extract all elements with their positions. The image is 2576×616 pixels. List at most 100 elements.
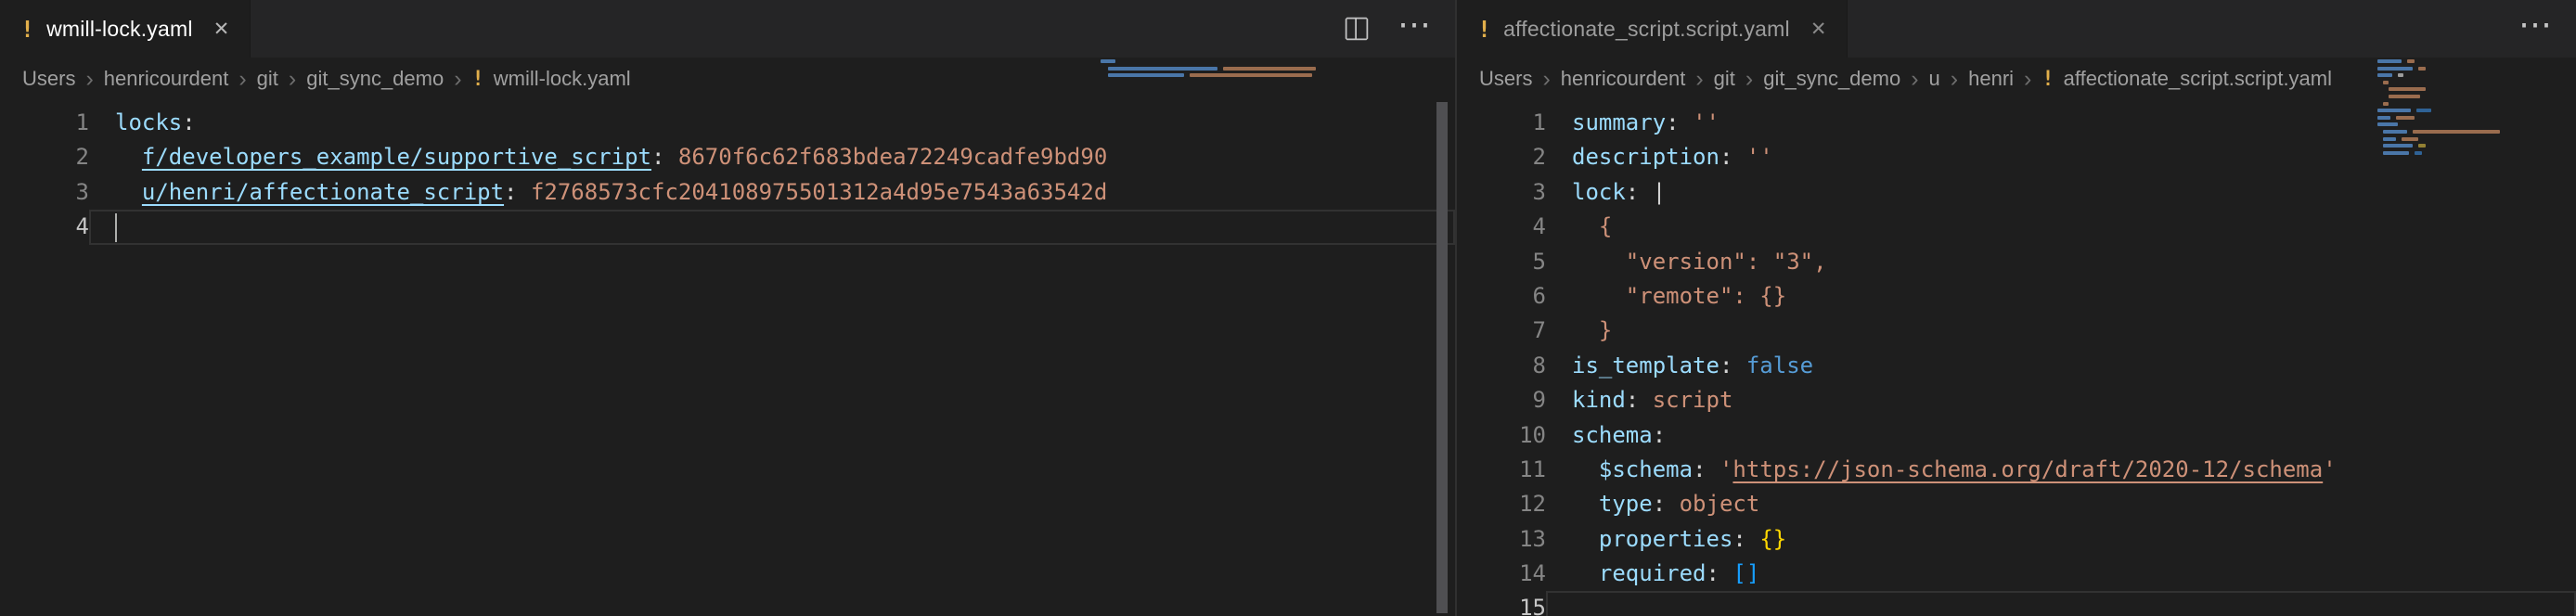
breadcrumb-file[interactable]: affectionate_script.script.yaml [2064,67,2332,91]
close-tab-icon[interactable]: ✕ [1810,18,1827,41]
yaml-file-icon: ! [472,68,484,91]
minimap-line [2377,95,2543,98]
token: properties [1599,526,1733,552]
token: : [1732,526,1745,552]
yaml-file-icon: ! [1477,16,1491,43]
close-tab-icon[interactable]: ✕ [213,18,230,41]
breadcrumb-item[interactable]: git_sync_demo [1763,67,1900,91]
split-editor-icon[interactable] [1344,16,1370,42]
line-number[interactable]: 8 [1457,349,1546,383]
chevron-right-icon: › [289,66,296,93]
minimap-mark [2383,102,2389,106]
minimap-line [2377,73,2543,77]
line-number[interactable]: 4 [1457,210,1546,244]
tab-affectionate-script-yaml[interactable]: ! affectionate_script.script.yaml ✕ [1457,0,1848,58]
breadcrumb-item[interactable]: Users [1479,67,1532,91]
minimap-line [1101,73,1422,77]
token [518,179,531,205]
minimap-mark [2398,73,2403,77]
more-actions-icon[interactable]: ⋯ [1397,7,1431,50]
token: : [1666,109,1679,135]
line-number[interactable]: 6 [1457,279,1546,314]
tab-label: affectionate_script.script.yaml [1503,17,1790,42]
minimap-mark [2415,151,2422,155]
minimap-mark [2413,130,2500,134]
minimap-mark [2383,81,2389,84]
minimap-mark [2377,73,2392,77]
minimap-right[interactable] [2377,59,2543,616]
tab-wmill-lock-yaml[interactable]: ! wmill-lock.yaml ✕ [0,0,251,58]
minimap-mark [2396,116,2415,120]
line-number[interactable]: 1 [0,106,89,140]
minimap-mark [1223,67,1316,71]
line-number[interactable]: 7 [1457,314,1546,348]
minimap-line [2377,102,2543,106]
line-number[interactable]: 11 [1457,453,1546,487]
token: '' [1746,144,1773,170]
line-number[interactable]: 13 [1457,522,1546,557]
token [1572,213,1599,239]
minimap-mark [2383,144,2413,148]
minimap-mark [2418,144,2426,148]
token [1680,109,1693,135]
token [1572,491,1599,517]
breadcrumb-item[interactable]: henricourdent [1561,67,1686,91]
line-number[interactable]: 2 [0,140,89,174]
minimap-line [2377,151,2543,155]
minimap-line [1101,67,1422,71]
token [1572,526,1599,552]
line-number[interactable]: 15 [1457,591,1546,616]
token: : [504,179,517,205]
line-number[interactable]: 4 [0,210,89,244]
minimap-line [2377,67,2543,71]
editor-group-right: ! affectionate_script.script.yaml ✕ ⋯ Us… [1455,0,2576,616]
minimap-mark [2377,67,2413,71]
tabbar-right: ! affectionate_script.script.yaml ✕ ⋯ [1457,0,2576,58]
token: ' [1719,456,1732,482]
line-number[interactable]: 12 [1457,487,1546,521]
token: f/developers_example/supportive_script [142,144,651,170]
breadcrumb-item[interactable]: henri [1968,67,2014,91]
minimap-mark [1108,73,1184,77]
token: : [1707,560,1719,586]
breadcrumb-item[interactable]: henricourdent [104,67,229,91]
vertical-scrollbar-left[interactable] [1436,102,1448,613]
minimap-mark [2377,59,2402,63]
line-number[interactable]: 9 [1457,383,1546,417]
breadcrumb-item[interactable]: git [257,67,278,91]
token: : [1626,179,1639,205]
token: f2768573cfc204108975501312a4d95e7543a635… [531,179,1107,205]
line-number[interactable]: 1 [1457,106,1546,140]
line-number[interactable]: 3 [0,175,89,210]
token [1572,560,1599,586]
line-number[interactable]: 3 [1457,175,1546,210]
minimap-line [2377,130,2543,134]
line-number[interactable]: 2 [1457,140,1546,174]
yaml-file-icon: ! [20,16,34,43]
line-number[interactable]: 14 [1457,557,1546,591]
line-number[interactable]: 10 [1457,418,1546,453]
breadcrumb-item[interactable]: Users [22,67,75,91]
token: script [1653,387,1733,413]
token: false [1746,353,1813,379]
token: '' [1693,109,1719,135]
line-number[interactable]: 5 [1457,245,1546,279]
token: } [1599,317,1612,343]
minimap-mark [2402,137,2418,141]
breadcrumb-item[interactable]: u [1929,67,1940,91]
minimap-left[interactable] [1101,59,1422,616]
chevron-right-icon: › [2024,66,2031,93]
token: $schema [1599,456,1693,482]
breadcrumb-item[interactable]: git [1714,67,1735,91]
more-actions-icon[interactable]: ⋯ [2518,7,2552,50]
token [1732,353,1745,379]
breadcrumb-file[interactable]: wmill-lock.yaml [494,67,631,91]
breadcrumb-item[interactable]: git_sync_demo [306,67,444,91]
chevron-right-icon: › [1951,66,1958,93]
token: https://json-schema.org/draft/2020-12/sc… [1732,456,2323,482]
token: : [1693,456,1706,482]
token: { [1599,213,1612,239]
minimap-line [2377,87,2543,91]
token: : [1626,387,1639,413]
minimap-mark [2383,130,2407,134]
